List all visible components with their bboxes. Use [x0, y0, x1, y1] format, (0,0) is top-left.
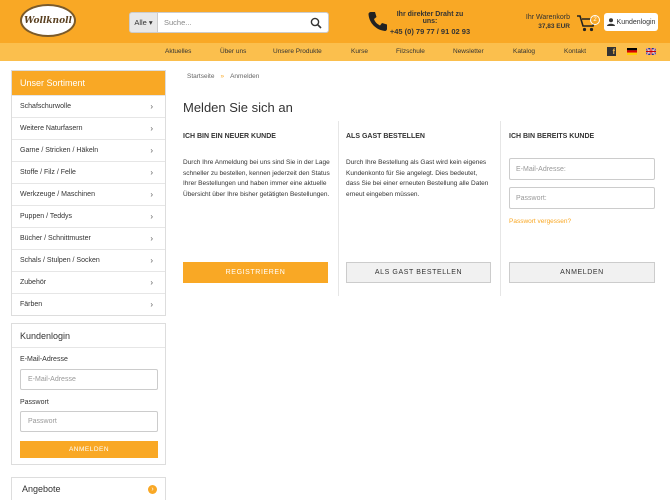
sidebar-item-label: Weitere Naturfasern: [20, 125, 83, 132]
nav-item-kurse[interactable]: Kurse: [351, 48, 368, 55]
sidebar-email-input[interactable]: E-Mail-Adresse: [20, 369, 158, 390]
arrow-circle-right-icon: ›: [148, 484, 157, 494]
breadcrumb-separator: »: [220, 73, 225, 80]
sidebar-login-box: Kundenlogin E-Mail-Adresse E-Mail-Adress…: [11, 323, 166, 465]
sidebar-item-naturfasern[interactable]: Weitere Naturfasern ›: [12, 117, 165, 139]
sidebar-item-label: Bücher / Schnittmuster: [20, 235, 91, 242]
sidebar-password-placeholder: Passwort: [28, 418, 57, 425]
search-category-select[interactable]: Alle ▾: [129, 12, 158, 33]
cart-label: Ihr Warenkorb: [525, 14, 570, 21]
sidebar-item-label: Werkzeuge / Maschinen: [20, 191, 95, 198]
sidebar-login-title: Kundenlogin: [12, 324, 165, 348]
nav-item-katalog[interactable]: Katalog: [513, 48, 535, 55]
category-sidebar: Unser Sortiment Schafschurwolle › Weitere…: [11, 70, 166, 316]
sidebar-item-schafschurwolle[interactable]: Schafschurwolle ›: [12, 95, 165, 117]
search-placeholder: Suche...: [164, 18, 192, 27]
nav-item-ueber-uns[interactable]: Über uns: [220, 48, 246, 55]
phone-icon: [368, 12, 387, 31]
nav-item-newsletter[interactable]: Newsletter: [453, 48, 484, 55]
chevron-right-icon: ›: [150, 278, 153, 287]
main-nav: Aktuelles Über uns Unsere Produkte Kurse…: [0, 43, 670, 61]
register-button[interactable]: REGISTRIEREN: [183, 262, 328, 283]
nav-item-kontakt[interactable]: Kontakt: [564, 48, 586, 55]
existing-customer-heading: ICH BIN BEREITS KUNDE: [509, 133, 595, 140]
sidebar-email-placeholder: E-Mail-Adresse: [28, 376, 76, 383]
nav-item-produkte[interactable]: Unsere Produkte: [273, 48, 322, 55]
phone-contact: Ihr direkter Draht zu uns: +45 (0) 79 77…: [389, 11, 471, 36]
chevron-right-icon: ›: [150, 212, 153, 221]
cart-summary[interactable]: Ihr Warenkorb 37,83 EUR: [522, 14, 570, 30]
existing-customer-section: ICH BIN BEREITS KUNDE E-Mail-Adresse: Pa…: [500, 121, 660, 296]
site-logo[interactable]: Wollknoll: [20, 4, 76, 37]
sidebar-item-label: Puppen / Teddys: [20, 213, 73, 220]
page-title: Melden Sie sich an: [183, 100, 293, 115]
new-customer-heading: ICH BIN EIN NEUER KUNDE: [183, 133, 276, 140]
sidebar-item-werkzeuge[interactable]: Werkzeuge / Maschinen ›: [12, 183, 165, 205]
sidebar-item-zubehoer[interactable]: Zubehör ›: [12, 271, 165, 293]
header-bar: Wollknoll Alle ▾ Suche... Ihr direkter D…: [0, 0, 670, 43]
logo-text: Wollknoll: [24, 15, 72, 26]
sidebar-item-buecher[interactable]: Bücher / Schnittmuster ›: [12, 227, 165, 249]
sidebar-item-label: Färben: [20, 301, 43, 308]
password-input[interactable]: Passwort:: [509, 187, 655, 209]
sidebar-item-label: Garne / Stricken / Häkeln: [20, 147, 99, 154]
sidebar-item-label: Zubehör: [20, 279, 47, 286]
chevron-right-icon: ›: [150, 234, 153, 243]
sidebar-item-garne[interactable]: Garne / Stricken / Häkeln ›: [12, 139, 165, 161]
sidebar-title: Unser Sortiment: [12, 71, 165, 95]
email-placeholder: E-Mail-Adresse:: [516, 165, 566, 173]
caret-down-icon: ▾: [148, 18, 153, 27]
customer-login-label: Kundenlogin: [616, 18, 656, 26]
sidebar-password-label: Passwort: [20, 399, 49, 406]
password-placeholder: Passwort:: [516, 194, 547, 202]
breadcrumb-home[interactable]: Startseite: [187, 73, 214, 80]
search-bar: Alle ▾ Suche...: [129, 12, 329, 33]
sidebar-item-faerben[interactable]: Färben ›: [12, 293, 165, 315]
guest-order-button[interactable]: ALS GAST BESTELLEN: [346, 262, 491, 283]
login-button[interactable]: ANMELDEN: [509, 262, 655, 283]
new-customer-section: ICH BIN EIN NEUER KUNDE Durch Ihre Anmel…: [183, 121, 338, 296]
sidebar-email-label: E-Mail-Adresse: [20, 356, 68, 363]
search-input[interactable]: Suche...: [158, 12, 329, 33]
sidebar-offers-title: Angebote: [22, 484, 61, 494]
search-icon[interactable]: [310, 17, 322, 29]
chevron-right-icon: ›: [150, 190, 153, 199]
chevron-right-icon: ›: [150, 146, 153, 155]
sidebar-login-button[interactable]: ANMELDEN: [20, 441, 158, 458]
guest-section: ALS GAST BESTELLEN Durch Ihre Bestellung…: [338, 121, 500, 296]
email-input[interactable]: E-Mail-Adresse:: [509, 158, 655, 180]
forgot-password-link[interactable]: Passwort vergessen?: [509, 218, 571, 225]
search-category-value: Alle: [134, 18, 147, 27]
chevron-right-icon: ›: [150, 300, 153, 309]
english-flag-icon[interactable]: [646, 48, 656, 55]
sidebar-item-puppen[interactable]: Puppen / Teddys ›: [12, 205, 165, 227]
customer-login-button[interactable]: Kundenlogin: [604, 13, 658, 31]
sidebar-offers[interactable]: Angebote ›: [11, 477, 166, 500]
nav-item-aktuelles[interactable]: Aktuelles: [165, 48, 191, 55]
phone-label: Ihr direkter Draht zu uns:: [396, 11, 464, 25]
chevron-right-icon: ›: [150, 256, 153, 265]
guest-text: Durch Ihre Bestellung als Gast wird kein…: [346, 159, 489, 198]
german-flag-icon[interactable]: [627, 48, 637, 55]
facebook-icon[interactable]: f: [607, 47, 616, 56]
chevron-right-icon: ›: [150, 168, 153, 177]
sidebar-password-input[interactable]: Passwort: [20, 411, 158, 432]
sidebar-item-label: Schals / Stulpen / Socken: [20, 257, 100, 264]
guest-heading: ALS GAST BESTELLEN: [346, 133, 425, 140]
new-customer-text: Durch Ihre Anmeldung bei uns sind Sie in…: [183, 159, 330, 198]
sidebar-item-schals[interactable]: Schals / Stulpen / Socken ›: [12, 249, 165, 271]
sidebar-item-stoffe[interactable]: Stoffe / Filz / Felle ›: [12, 161, 165, 183]
breadcrumb: Startseite » Anmelden: [187, 73, 259, 80]
cart-total: 37,83 EUR: [538, 23, 570, 30]
user-icon: [606, 18, 615, 26]
phone-number[interactable]: +45 (0) 79 77 / 91 02 93: [389, 27, 471, 36]
sidebar-item-label: Stoffe / Filz / Felle: [20, 169, 76, 176]
sidebar-item-label: Schafschurwolle: [20, 103, 71, 110]
cart-count-badge: 2: [590, 15, 600, 25]
chevron-right-icon: ›: [150, 124, 153, 133]
chevron-right-icon: ›: [150, 102, 153, 111]
nav-item-filzschule[interactable]: Filzschule: [396, 48, 425, 55]
breadcrumb-current: Anmelden: [230, 73, 260, 80]
